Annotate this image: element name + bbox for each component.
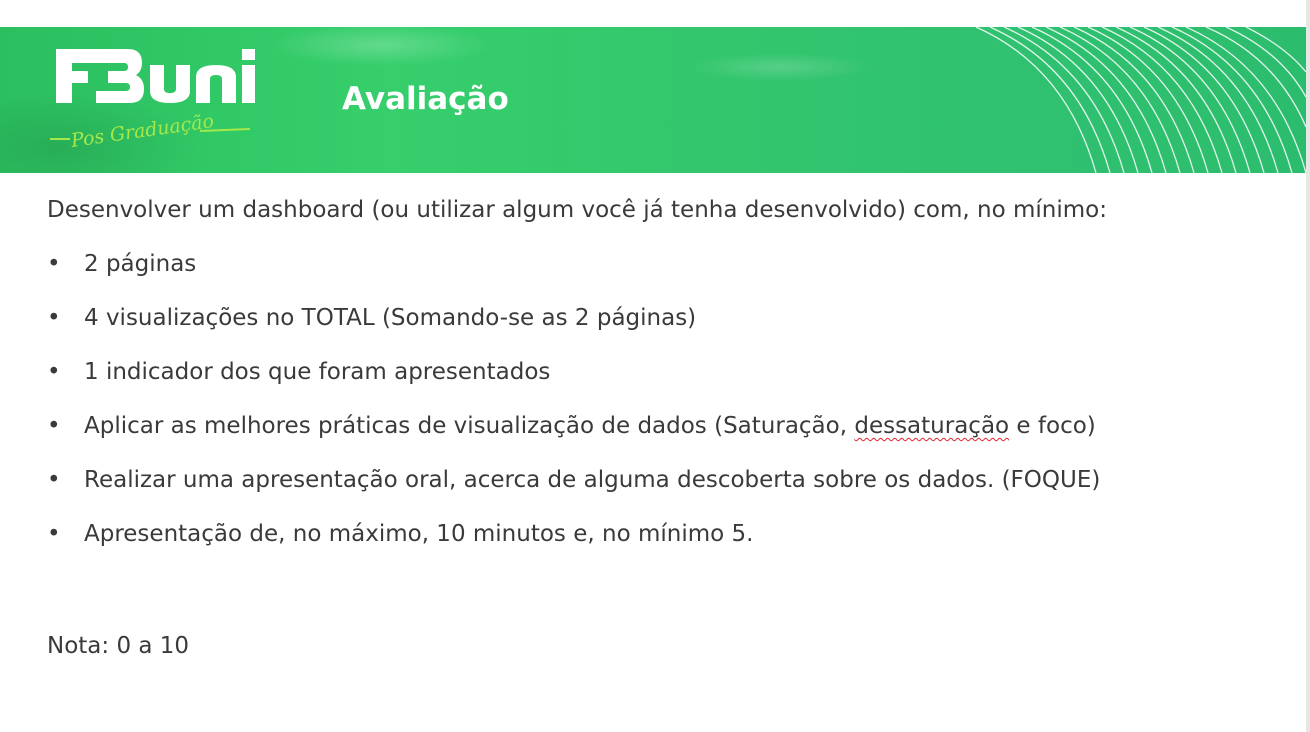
bullet-dot-icon: • xyxy=(47,467,61,493)
list-item: • 2 páginas xyxy=(47,248,1277,280)
list-item-text: 1 indicador dos que foram apresentados xyxy=(84,359,551,385)
list-item: • 1 indicador dos que foram apresentados xyxy=(47,356,1277,388)
list-item: • 4 visualizações no TOTAL (Somando-se a… xyxy=(47,302,1277,334)
slide: Pos Graduação Avaliação Desenvolver um d… xyxy=(0,0,1310,732)
grade-note: Nota: 0 a 10 xyxy=(47,633,190,659)
intro-text: Desenvolver um dashboard (ou utilizar al… xyxy=(47,197,1107,223)
slide-title: Avaliação xyxy=(342,81,509,117)
bullet-dot-icon: • xyxy=(47,413,61,439)
slide-body: Desenvolver um dashboard (ou utilizar al… xyxy=(47,194,1277,572)
logo-tagline: Pos Graduação xyxy=(69,110,216,152)
bullet-dot-icon: • xyxy=(47,305,61,331)
bullet-dot-icon: • xyxy=(47,251,61,277)
header-banner: Pos Graduação Avaliação xyxy=(0,27,1306,173)
requirements-list: • 2 páginas • 4 visualizações no TOTAL (… xyxy=(47,248,1277,550)
list-item: • Realizar uma apresentação oral, acerca… xyxy=(47,464,1277,496)
decorative-arcs-icon xyxy=(976,27,1306,173)
spellcheck-flagged-word[interactable]: dessaturação xyxy=(854,413,1009,439)
bullet-dot-icon: • xyxy=(47,359,61,385)
list-item: • Aplicar as melhores práticas de visual… xyxy=(47,410,1277,442)
list-item-text-start: Aplicar as melhores práticas de visualiz… xyxy=(84,413,855,439)
list-item-text: Aplicar as melhores práticas de visualiz… xyxy=(84,410,1096,442)
list-item-text: Realizar uma apresentação oral, acerca d… xyxy=(84,467,1101,493)
list-item-text-end: e foco) xyxy=(1009,413,1096,439)
slide-edge xyxy=(1306,0,1310,732)
list-item-text: Apresentação de, no máximo, 10 minutos e… xyxy=(84,521,754,547)
fbuni-logo-icon: Pos Graduação xyxy=(50,49,255,152)
list-item-text: 2 páginas xyxy=(84,251,197,277)
bullet-dot-icon: • xyxy=(47,521,61,547)
list-item-text: 4 visualizações no TOTAL (Somando-se as … xyxy=(84,305,697,331)
list-item: • Apresentação de, no máximo, 10 minutos… xyxy=(47,518,1277,550)
